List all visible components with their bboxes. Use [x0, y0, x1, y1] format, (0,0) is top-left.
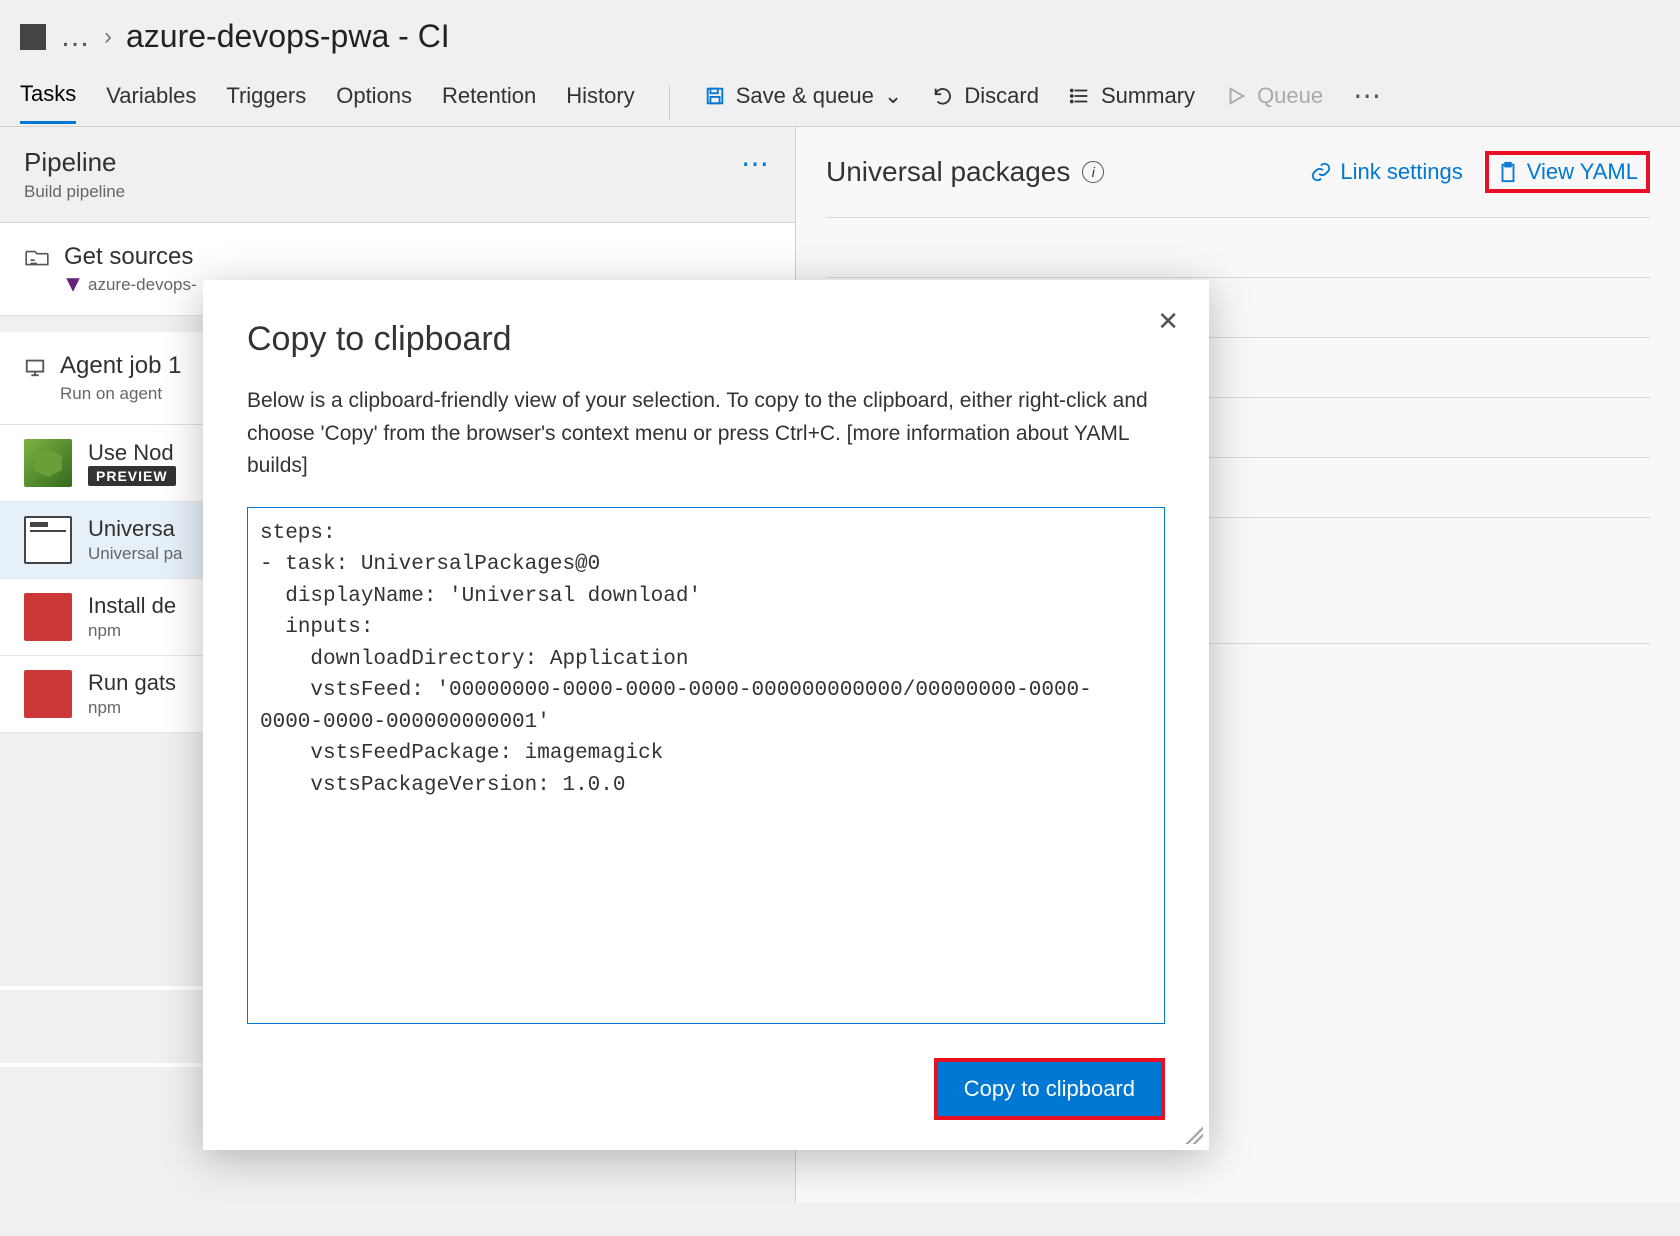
tab-triggers[interactable]: Triggers — [226, 83, 306, 123]
play-icon — [1225, 85, 1247, 107]
separator — [669, 86, 670, 120]
npm-icon — [24, 670, 72, 718]
info-icon[interactable]: i — [1082, 161, 1104, 183]
save-queue-label: Save & queue — [736, 83, 874, 109]
breadcrumb: … › azure-devops-pwa - CI — [0, 0, 1680, 65]
discard-label: Discard — [964, 83, 1039, 109]
tab-history[interactable]: History — [566, 83, 634, 123]
link-settings-label: Link settings — [1340, 159, 1462, 185]
summary-button[interactable]: Summary — [1069, 83, 1195, 123]
copy-yaml-modal: ✕ Copy to clipboard Below is a clipboard… — [203, 280, 1209, 1150]
pipeline-title: Pipeline — [24, 147, 125, 178]
link-settings-button[interactable]: Link settings — [1310, 159, 1462, 185]
queue-label: Queue — [1257, 83, 1323, 109]
tab-variables[interactable]: Variables — [106, 83, 196, 123]
tab-options[interactable]: Options — [336, 83, 412, 123]
queue-button: Queue — [1225, 83, 1323, 123]
view-yaml-button[interactable]: View YAML — [1485, 151, 1650, 193]
discard-button[interactable]: Discard — [932, 83, 1039, 123]
tab-retention[interactable]: Retention — [442, 83, 536, 123]
project-icon[interactable] — [20, 24, 46, 50]
view-yaml-label: View YAML — [1527, 159, 1638, 185]
copy-to-clipboard-button[interactable]: Copy to clipboard — [934, 1058, 1165, 1120]
field-row — [826, 217, 1650, 277]
more-actions-button[interactable]: ⋯ — [1353, 79, 1383, 126]
modal-description: Below is a clipboard-friendly view of yo… — [247, 385, 1165, 483]
task-detail-title: Universal packages — [826, 156, 1070, 188]
clipboard-icon — [1497, 161, 1519, 183]
save-queue-button[interactable]: Save & queue ⌄ — [704, 83, 903, 123]
modal-title: Copy to clipboard — [247, 320, 1165, 359]
summary-label: Summary — [1101, 83, 1195, 109]
breadcrumb-more[interactable]: … — [60, 20, 90, 54]
pipeline-subtitle: Build pipeline — [24, 182, 125, 202]
page-title: azure-devops-pwa - CI — [126, 18, 450, 55]
chevron-right-icon: › — [104, 23, 112, 51]
yaml-textarea[interactable] — [247, 507, 1165, 1024]
pipeline-more-button[interactable]: ⋯ — [741, 147, 771, 180]
tab-tasks[interactable]: Tasks — [20, 81, 76, 124]
link-icon — [1310, 161, 1332, 183]
save-icon — [704, 85, 726, 107]
pipeline-header[interactable]: Pipeline Build pipeline ⋯ — [0, 127, 795, 223]
right-panel-header: Universal packages i Link settings View … — [796, 127, 1680, 217]
tab-bar: Tasks Variables Triggers Options Retenti… — [0, 65, 1680, 127]
undo-icon — [932, 85, 954, 107]
chevron-down-icon: ⌄ — [884, 83, 902, 109]
list-icon — [1069, 85, 1091, 107]
close-button[interactable]: ✕ — [1157, 306, 1179, 337]
resize-grip[interactable] — [1185, 1126, 1203, 1144]
